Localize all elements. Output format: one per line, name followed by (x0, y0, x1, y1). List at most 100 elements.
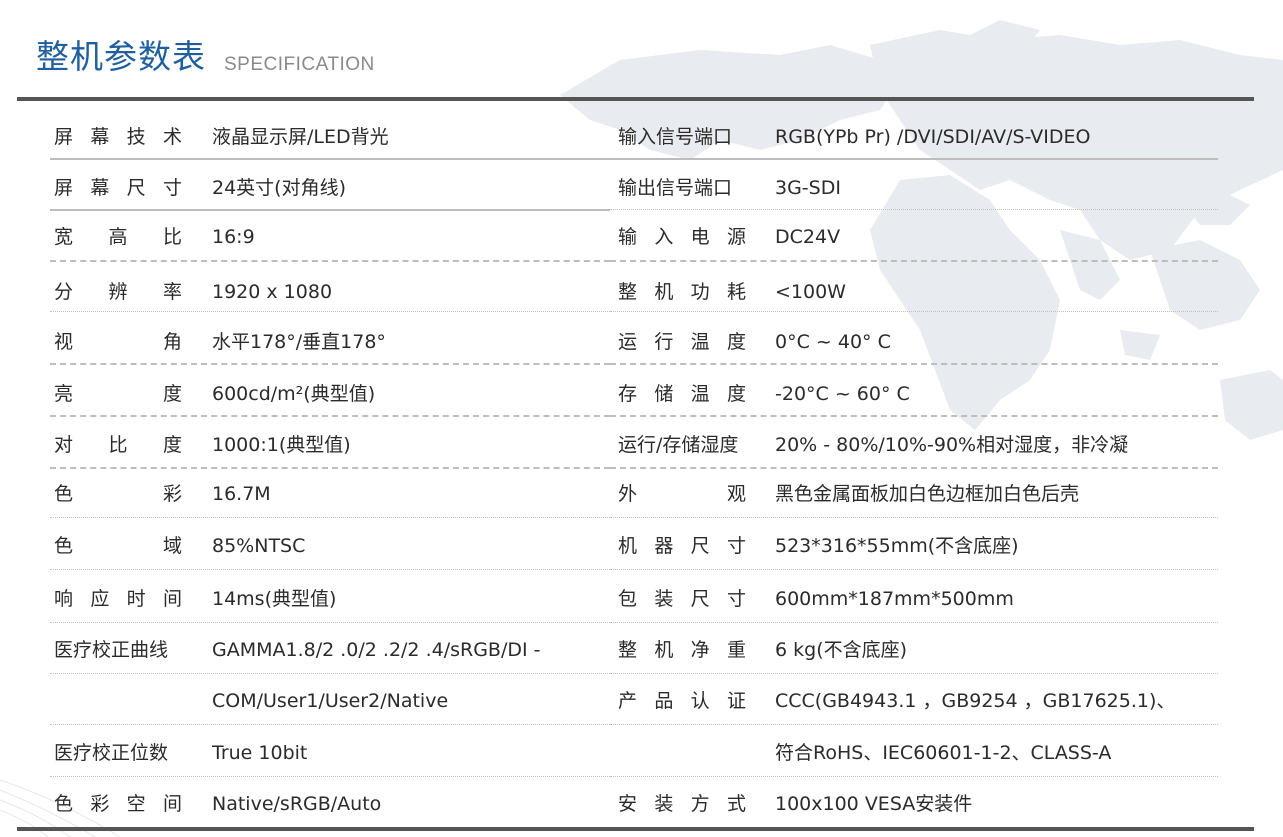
label-char: 比 (108, 434, 128, 456)
left-spec-label: 屏幕技术 (54, 122, 182, 152)
label-char: 屏 (54, 126, 74, 148)
left-spec-label: 色彩空间 (54, 789, 182, 819)
label-char: 装 (654, 793, 674, 815)
right-spec-label: 输入电源 (618, 222, 746, 252)
label-char: 医疗校正位数 (54, 742, 169, 764)
label-char: 医疗校正曲线 (54, 639, 169, 661)
left-spec-value: 1000:1(典型值) (212, 434, 351, 456)
row-divider (610, 467, 1218, 469)
row-divider (610, 776, 1218, 777)
label-char: 品 (654, 690, 674, 712)
label-char: 色 (54, 535, 74, 557)
label-char: 电 (690, 226, 710, 248)
right-spec-value: 0°C ~ 40° C (775, 331, 891, 353)
label-char: 对 (54, 434, 74, 456)
left-spec-label: 屏幕尺寸 (54, 173, 182, 203)
label-char: 度 (162, 383, 182, 405)
label-char: 角 (162, 331, 182, 353)
left-spec-value: 16.7M (212, 483, 271, 505)
label-char: 安 (618, 793, 638, 815)
right-spec-label: 安装方式 (618, 789, 746, 819)
left-spec-label: 视角 (54, 327, 182, 357)
label-char: 寸 (726, 588, 746, 610)
row-divider (50, 311, 610, 312)
label-char: 分 (54, 281, 74, 303)
label-char: 重 (726, 639, 746, 661)
row-divider (50, 363, 610, 365)
left-spec-label: 医疗校正位数 (54, 738, 182, 768)
right-spec-value: DC24V (775, 226, 841, 248)
left-spec-label: 对比度 (54, 430, 182, 460)
right-spec-value: 黑色金属面板加白色边框加白色后壳 (775, 483, 1080, 505)
label-char: 尺 (690, 535, 710, 557)
label-char: 机 (654, 639, 674, 661)
right-spec-value: 523*316*55mm(不含底座) (775, 535, 1019, 557)
right-spec-value: 100x100 VESA安装件 (775, 793, 973, 815)
left-spec-value: 1920 x 1080 (212, 281, 333, 303)
label-char: 技 (126, 126, 146, 148)
row-divider (50, 209, 610, 211)
right-spec-label: 输出信号端口 (618, 173, 746, 203)
left-spec-label: 色彩 (54, 479, 182, 509)
label-char: 间 (162, 793, 182, 815)
bottom-rule (17, 827, 1254, 831)
label-char: 式 (726, 793, 746, 815)
label-char: 输出信号端口 (618, 177, 733, 199)
left-spec-value: 16:9 (212, 226, 255, 248)
right-spec-label: 输入信号端口 (618, 122, 746, 152)
left-spec-value: Native/sRGB/Auto (212, 793, 382, 815)
row-divider (610, 673, 1218, 674)
label-char: 储 (654, 383, 674, 405)
label-char: 域 (162, 535, 182, 557)
row-divider (610, 724, 1218, 725)
right-spec-value: -20°C ~ 60° C (775, 383, 910, 405)
left-spec-label: 宽高比 (54, 222, 182, 252)
left-spec-label: 响应时间 (54, 584, 182, 614)
right-spec-label: 运行/存储湿度 (618, 430, 746, 460)
label-char: 幕 (90, 126, 110, 148)
label-char: 色 (54, 793, 74, 815)
row-divider (610, 363, 1218, 365)
left-spec-value: 24英寸(对角线) (212, 177, 347, 199)
label-char: 辨 (108, 281, 128, 303)
label-char: 高 (108, 226, 128, 248)
spec-table: 屏幕技术液晶显示屏/LED背光 输入信号端口 RGB(YPb Pr) /DVI/SD… (0, 0, 1283, 837)
row-divider (610, 209, 1218, 210)
left-spec-value: 600cd/m²(典型值) (212, 383, 376, 405)
label-char: 寸 (162, 177, 182, 199)
right-spec-value: 20% - 80%/10%-90%相对湿度，非冷凝 (775, 434, 1129, 456)
row-divider (50, 673, 610, 674)
row-divider (50, 776, 610, 777)
left-spec-label: 医疗校正曲线 (54, 635, 182, 665)
row-divider (50, 158, 610, 160)
label-char: 宽 (54, 226, 74, 248)
left-spec-value: 85%NTSC (212, 535, 306, 557)
right-spec-value: 600mm*187mm*500mm (775, 588, 1014, 610)
row-divider (610, 415, 1218, 417)
label-char: 装 (654, 588, 674, 610)
label-char: 输 (618, 226, 638, 248)
label-char: 时 (126, 588, 146, 610)
label-char: 比 (162, 226, 182, 248)
label-char: 响 (54, 588, 74, 610)
label-char: 净 (690, 639, 710, 661)
left-spec-label: 亮度 (54, 379, 182, 409)
label-char: 证 (726, 690, 746, 712)
label-char: 存 (618, 383, 638, 405)
label-char: 视 (54, 331, 74, 353)
row-divider (610, 517, 1218, 518)
label-char: 器 (654, 535, 674, 557)
left-spec-value: GAMMA1.8/2 .0/2 .2/2 .4/sRGB/DI - (212, 639, 541, 661)
right-spec-label: 运行温度 (618, 327, 746, 357)
label-char: 源 (726, 226, 746, 248)
label-char: 行 (654, 331, 674, 353)
label-char: 度 (162, 434, 182, 456)
row-divider (610, 158, 1218, 160)
label-char: 方 (690, 793, 710, 815)
label-char: 尺 (126, 177, 146, 199)
label-char: 术 (162, 126, 182, 148)
label-char: 输入信号端口 (618, 126, 733, 148)
label-char: 空 (126, 793, 146, 815)
row-divider (50, 467, 610, 469)
row-divider (50, 517, 610, 518)
